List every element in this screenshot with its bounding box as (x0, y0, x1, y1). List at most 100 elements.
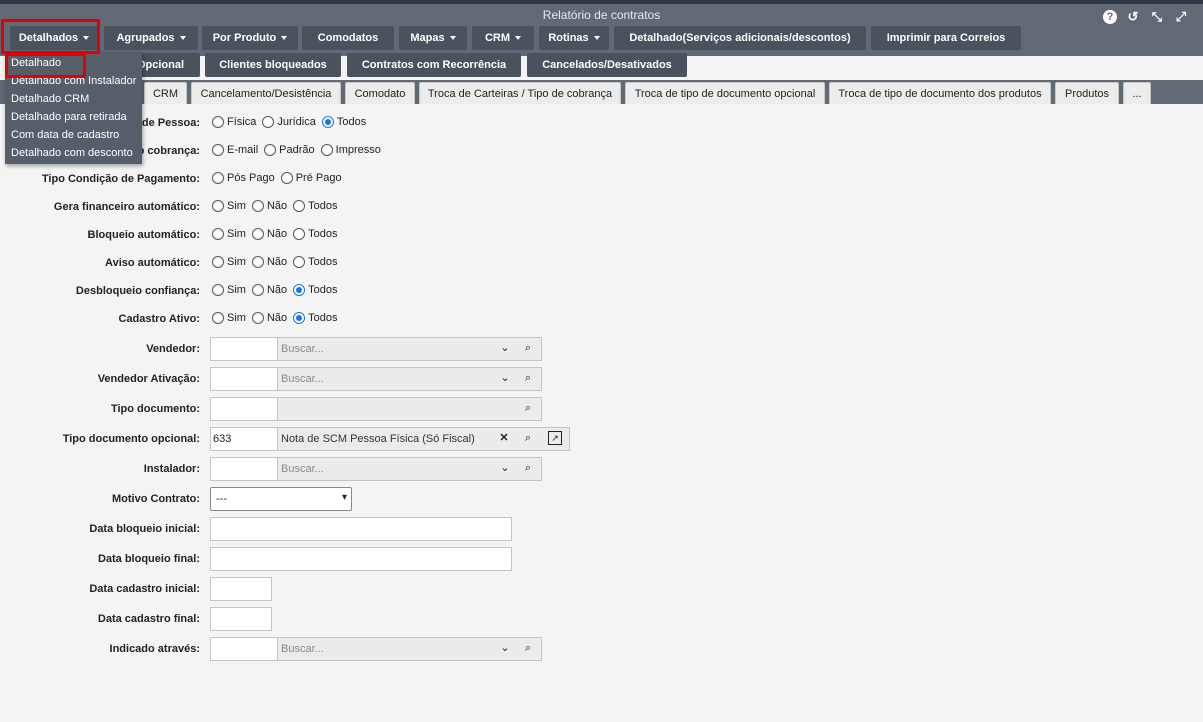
search-icon[interactable]: ⌕ (521, 371, 535, 385)
radio-unchecked-icon (212, 312, 224, 324)
radio-option[interactable]: Sim (212, 284, 246, 296)
chevron-down-icon[interactable]: ⌄ (498, 461, 512, 475)
comodatos-button[interactable]: Comodatos (302, 26, 394, 50)
search-icon[interactable]: ⌕ (521, 461, 535, 475)
radio-label: Impresso (335, 144, 381, 156)
radio-checked-icon (321, 116, 334, 128)
search-icon[interactable]: ⌕ (521, 341, 535, 355)
help-icon[interactable]: ? (1103, 10, 1117, 24)
radio-option[interactable]: Sim (212, 256, 246, 268)
search-icon[interactable]: ⌕ (521, 401, 535, 415)
indicado-atraves-code-input[interactable] (210, 637, 278, 661)
tab-more[interactable]: ... (1123, 82, 1151, 104)
maximize-icon[interactable]: ⤢ (1173, 9, 1189, 25)
highlight-detalhados-button (1, 19, 100, 54)
tab-crm[interactable]: CRM (144, 82, 187, 104)
radio-option[interactable]: Não (251, 312, 287, 324)
radio-option[interactable]: Não (251, 200, 287, 212)
history-icon[interactable]: ↺ (1125, 9, 1141, 25)
tab-cancelamento[interactable]: Cancelamento/Desistência (191, 82, 341, 104)
motivo-contrato-select[interactable]: --- ▾ (210, 487, 352, 511)
condicao-pagamento-label: Tipo Condição de Pagamento: (41, 173, 200, 185)
clear-icon[interactable]: ✕ (497, 431, 511, 445)
menu-item-detalhado-desconto[interactable]: Detalhado com desconto (11, 147, 133, 159)
radio-option[interactable]: Impresso (320, 144, 381, 156)
radio-option[interactable]: Todos (293, 200, 338, 212)
instalador-code-input[interactable] (210, 457, 278, 481)
data-cadastro-inicial-label: Data cadastro inicial: (89, 583, 200, 595)
por-produto-button[interactable]: Por Produto (202, 26, 298, 50)
tipo-documento-search-input[interactable] (277, 397, 542, 421)
contratos-recorrencia-button[interactable]: Contratos com Recorrência (347, 53, 521, 77)
rotinas-button[interactable]: Rotinas (539, 26, 609, 50)
radio-option[interactable]: Sim (212, 312, 246, 324)
aviso-automatico-radios: Sim Não Todos (212, 256, 344, 268)
vendedor-ativacao-code-input[interactable] (210, 367, 278, 391)
menu-item-detalhado-retirada[interactable]: Detalhado para retirada (11, 111, 127, 123)
radio-option[interactable]: E-mail (212, 144, 258, 156)
tab-troca-documento-produtos[interactable]: Troca de tipo de documento dos produtos (829, 82, 1051, 104)
detalhado-servicos-button[interactable]: Detalhado(Serviços adicionais/descontos) (614, 26, 866, 50)
radio-option[interactable]: Não (251, 284, 287, 296)
chevron-down-icon: ▾ (341, 492, 347, 503)
radio-option[interactable]: Pós Pago (212, 172, 275, 184)
radio-option[interactable]: Física (212, 116, 256, 128)
minimize-icon[interactable]: ⤡ (1149, 9, 1165, 25)
radio-option[interactable]: Todos (293, 256, 338, 268)
tipo-documento-code-input[interactable] (210, 397, 278, 421)
data-bloqueio-final-input[interactable] (210, 547, 512, 571)
cancelados-desativados-button[interactable]: Cancelados/Desativados (527, 53, 687, 77)
data-bloqueio-inicial-label: Data bloqueio inicial: (89, 523, 200, 535)
radio-unchecked-icon (212, 144, 224, 156)
search-icon[interactable]: ⌕ (521, 431, 535, 445)
chevron-down-icon[interactable]: ⌄ (498, 371, 512, 385)
tab-comodato[interactable]: Comodato (345, 82, 415, 104)
cadastro-ativo-label: Cadastro Ativo: (118, 313, 201, 325)
chevron-down-icon[interactable]: ⌄ (498, 641, 512, 655)
radio-label: Padrão (279, 144, 315, 156)
radio-label: Todos (308, 312, 338, 324)
radio-checked-icon (293, 284, 306, 296)
chevron-down-icon[interactable]: ⌄ (498, 341, 512, 355)
data-cadastro-inicial-input[interactable] (210, 577, 272, 601)
data-bloqueio-final-label: Data bloqueio final: (97, 553, 200, 565)
menu-item-detalhado-crm[interactable]: Detalhado CRM (11, 93, 89, 105)
radio-option[interactable]: Sim (212, 228, 246, 240)
imprimir-correios-button[interactable]: Imprimir para Correios (871, 26, 1021, 50)
menu-item-data-cadastro[interactable]: Com data de cadastro (11, 129, 119, 141)
highlight-detalhado-item (5, 53, 86, 78)
radio-label: Sim (227, 228, 246, 240)
data-cadastro-final-input[interactable] (210, 607, 272, 631)
radio-option[interactable]: Não (251, 228, 287, 240)
radio-unchecked-icon (293, 200, 306, 212)
radio-option[interactable]: Jurídica (262, 116, 316, 128)
radio-option[interactable]: Pré Pago (280, 172, 342, 184)
mapas-button[interactable]: Mapas (399, 26, 467, 50)
search-icon[interactable]: ⌕ (521, 641, 535, 655)
clientes-bloqueados-button[interactable]: Clientes bloqueados (205, 53, 341, 77)
bloqueio-automatico-label: Bloqueio automático: (87, 229, 200, 241)
radio-label: Sim (227, 284, 246, 296)
radio-option[interactable]: Padrão (264, 144, 315, 156)
radio-option[interactable]: Todos (321, 116, 366, 128)
agrupados-button[interactable]: Agrupados (104, 26, 198, 50)
tipo-documento-opcional-label: Tipo documento opcional: (62, 433, 200, 445)
tab-produtos[interactable]: Produtos (1055, 82, 1119, 104)
radio-option[interactable]: Todos (293, 228, 338, 240)
vendedor-lookup: Buscar... ⌄ ⌕ (210, 337, 542, 361)
tipo-documento-opcional-code-input[interactable]: 633 (210, 427, 278, 451)
data-bloqueio-inicial-input[interactable] (210, 517, 512, 541)
tab-troca-carteiras[interactable]: Troca de Carteiras / Tipo de cobrança (419, 82, 621, 104)
radio-unchecked-icon (212, 228, 224, 240)
radio-option[interactable]: Não (251, 256, 287, 268)
open-external-icon[interactable]: ↗ (548, 431, 562, 445)
radio-label: Sim (227, 200, 246, 212)
vendedor-code-input[interactable] (210, 337, 278, 361)
tab-troca-documento-opcional[interactable]: Troca de tipo de documento opcional (625, 82, 825, 104)
radio-option[interactable]: Sim (212, 200, 246, 212)
radio-option[interactable]: Todos (293, 284, 338, 296)
crm-button[interactable]: CRM (472, 26, 534, 50)
radio-unchecked-icon (251, 284, 264, 296)
vendedor-ativacao-label: Vendedor Ativação: (97, 373, 200, 385)
radio-option[interactable]: Todos (293, 312, 338, 324)
